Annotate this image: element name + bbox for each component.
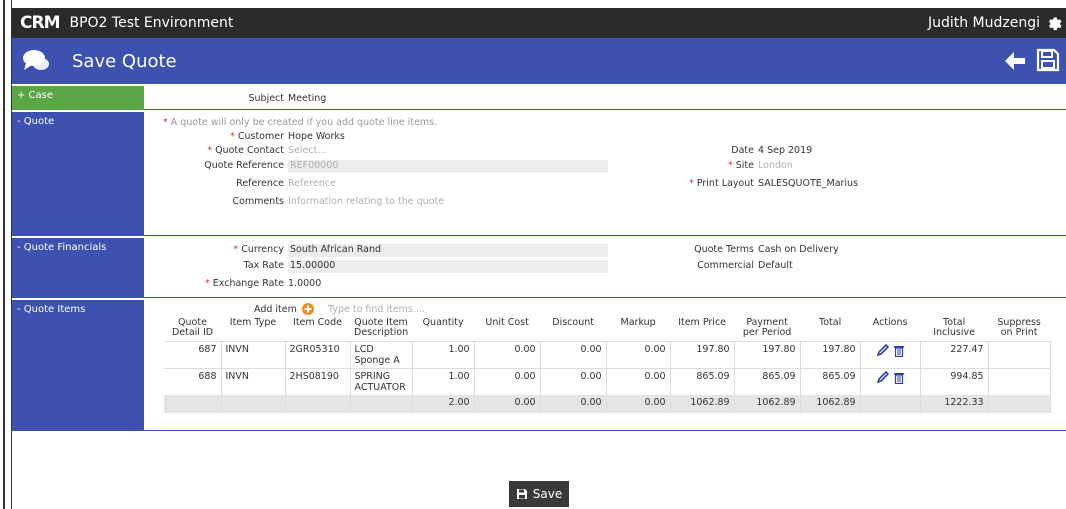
exchange-rate-value[interactable]: 1.0000 bbox=[288, 278, 321, 289]
floppy-disk-icon bbox=[516, 489, 527, 499]
user-name[interactable]: Judith Mudzengi bbox=[928, 15, 1040, 31]
edit-pencil-icon[interactable] bbox=[876, 370, 890, 384]
delete-trash-icon[interactable] bbox=[893, 371, 905, 384]
col-header: Actions bbox=[872, 317, 908, 328]
quote-items-section: - Quote Items Add item Type to find item… bbox=[12, 300, 1066, 431]
quote-reference-label: Quote Reference bbox=[204, 160, 284, 171]
quote-items-section-toggle[interactable]: - Quote Items bbox=[12, 300, 144, 431]
gear-icon[interactable] bbox=[1044, 13, 1062, 31]
case-section: + Case Subject Meeting bbox=[12, 86, 1066, 110]
quote-section: - Quote * A quote will only be created i… bbox=[12, 112, 1066, 236]
table-row[interactable]: 687 INVN 2GR05310 LCD Sponge A 1.00 0.00… bbox=[164, 340, 1051, 369]
page-title: Save Quote bbox=[72, 50, 177, 72]
quote-items-section-body: Add item Type to find items.... Quote De… bbox=[144, 300, 1066, 431]
col-header: Unit Cost bbox=[485, 317, 529, 328]
window-left-border bbox=[0, 0, 12, 509]
col-header: Markup bbox=[620, 317, 656, 328]
quote-contact-select[interactable]: Select... bbox=[288, 145, 326, 156]
tax-rate-value: 15.00000 bbox=[290, 260, 336, 271]
totals-row: 2.00 0.00 0.00 0.00 1062.89 1062.89 1062… bbox=[164, 394, 1051, 413]
col-header: Quote Item Description bbox=[354, 317, 409, 339]
print-layout-value[interactable]: SALESQUOTE_Marius bbox=[758, 178, 858, 189]
add-item-search[interactable]: Type to find items.... bbox=[328, 304, 425, 315]
required-mark: * bbox=[233, 244, 239, 255]
chat-bubbles-icon bbox=[23, 50, 49, 70]
case-section-toggle[interactable]: + Case bbox=[12, 86, 144, 110]
table-header: Quote Detail ID Item Type Item Code Quot… bbox=[164, 316, 1050, 341]
tax-rate-field[interactable] bbox=[288, 260, 608, 273]
quote-contact-label: Quote Contact bbox=[215, 145, 284, 156]
col-header: Total Inclusive bbox=[933, 317, 975, 339]
subject-value: Meeting bbox=[288, 93, 327, 104]
customer-value[interactable]: Hope Works bbox=[288, 131, 345, 142]
row-actions bbox=[860, 340, 921, 369]
col-header: Suppress on Print bbox=[997, 317, 1041, 339]
site-value[interactable]: London bbox=[758, 160, 793, 171]
commercial-label: Commercial bbox=[697, 260, 754, 271]
save-button[interactable]: Save bbox=[509, 481, 569, 507]
reference-input[interactable]: Reference bbox=[288, 178, 336, 189]
quote-reference-placeholder: REF00000 bbox=[290, 160, 339, 171]
quote-note: * A quote will only be created if you ad… bbox=[163, 117, 437, 128]
back-arrow-icon[interactable] bbox=[1004, 50, 1026, 72]
currency-label: Currency bbox=[241, 244, 284, 255]
save-button-label: Save bbox=[532, 487, 563, 501]
delete-trash-icon[interactable] bbox=[893, 344, 905, 357]
commercial-value[interactable]: Default bbox=[758, 260, 793, 271]
date-value[interactable]: 4 Sep 2019 bbox=[758, 145, 812, 156]
quote-items-table: Quote Detail ID Item Type Item Code Quot… bbox=[164, 316, 1051, 413]
environment-name: BPO2 Test Environment bbox=[69, 15, 234, 31]
add-item-icon[interactable] bbox=[302, 303, 314, 315]
financials-section: - Quote Financials * Currency South Afri… bbox=[12, 238, 1066, 298]
required-mark: * bbox=[204, 278, 210, 289]
col-header: Payment per Period bbox=[742, 317, 792, 339]
quote-note-text: A quote will only be created if you add … bbox=[170, 117, 438, 128]
customer-label: Customer bbox=[237, 131, 284, 142]
required-mark: * bbox=[230, 131, 235, 142]
app-window: CRM BPO2 Test Environment Judith Mudzeng… bbox=[0, 0, 1066, 509]
col-header: Quantity bbox=[422, 317, 464, 328]
required-mark: * bbox=[207, 145, 213, 156]
col-header: Item Code bbox=[293, 317, 342, 328]
required-mark: * bbox=[727, 160, 733, 171]
required-mark: * bbox=[689, 178, 694, 189]
subject-label: Subject bbox=[248, 93, 284, 104]
quote-terms-value[interactable]: Cash on Delivery bbox=[758, 244, 839, 255]
currency-value: South African Rand bbox=[290, 244, 382, 255]
quote-terms-label: Quote Terms bbox=[694, 244, 754, 255]
col-header: Discount bbox=[552, 317, 594, 328]
quote-section-toggle[interactable]: - Quote bbox=[12, 112, 144, 236]
add-item-label: Add item bbox=[254, 304, 297, 315]
comments-label: Comments bbox=[232, 196, 285, 207]
col-header: Quote Detail ID bbox=[171, 317, 214, 339]
crm-logo[interactable]: CRM bbox=[20, 13, 60, 33]
case-section-body: Subject Meeting bbox=[144, 86, 1066, 110]
exchange-rate-label: Exchange Rate bbox=[212, 278, 284, 289]
col-header: Item Type bbox=[229, 317, 277, 328]
comments-input[interactable]: Information relating to the quote bbox=[288, 196, 444, 207]
reference-label: Reference bbox=[236, 178, 284, 189]
col-header: Item Price bbox=[678, 317, 727, 328]
col-header: Total bbox=[819, 317, 842, 328]
financials-section-toggle[interactable]: - Quote Financials bbox=[12, 238, 144, 298]
print-layout-label: Print Layout bbox=[696, 178, 754, 189]
tax-rate-label: Tax Rate bbox=[243, 260, 284, 271]
site-label: Site bbox=[735, 160, 754, 171]
row-actions bbox=[860, 367, 921, 395]
quote-section-body: * A quote will only be created if you ad… bbox=[144, 112, 1066, 236]
save-icon[interactable] bbox=[1036, 48, 1060, 72]
top-bar: CRM BPO2 Test Environment Judith Mudzeng… bbox=[12, 8, 1066, 38]
financials-section-body: * Currency South African Rand Tax Rate 1… bbox=[144, 238, 1066, 298]
table-row[interactable]: 688 INVN 2HS08190 SPRING ACTUATOR 1.00 0… bbox=[164, 367, 1051, 395]
required-mark: * bbox=[163, 117, 168, 128]
date-label: Date bbox=[731, 145, 754, 156]
title-bar: Save Quote bbox=[12, 38, 1066, 84]
edit-pencil-icon[interactable] bbox=[876, 343, 890, 357]
